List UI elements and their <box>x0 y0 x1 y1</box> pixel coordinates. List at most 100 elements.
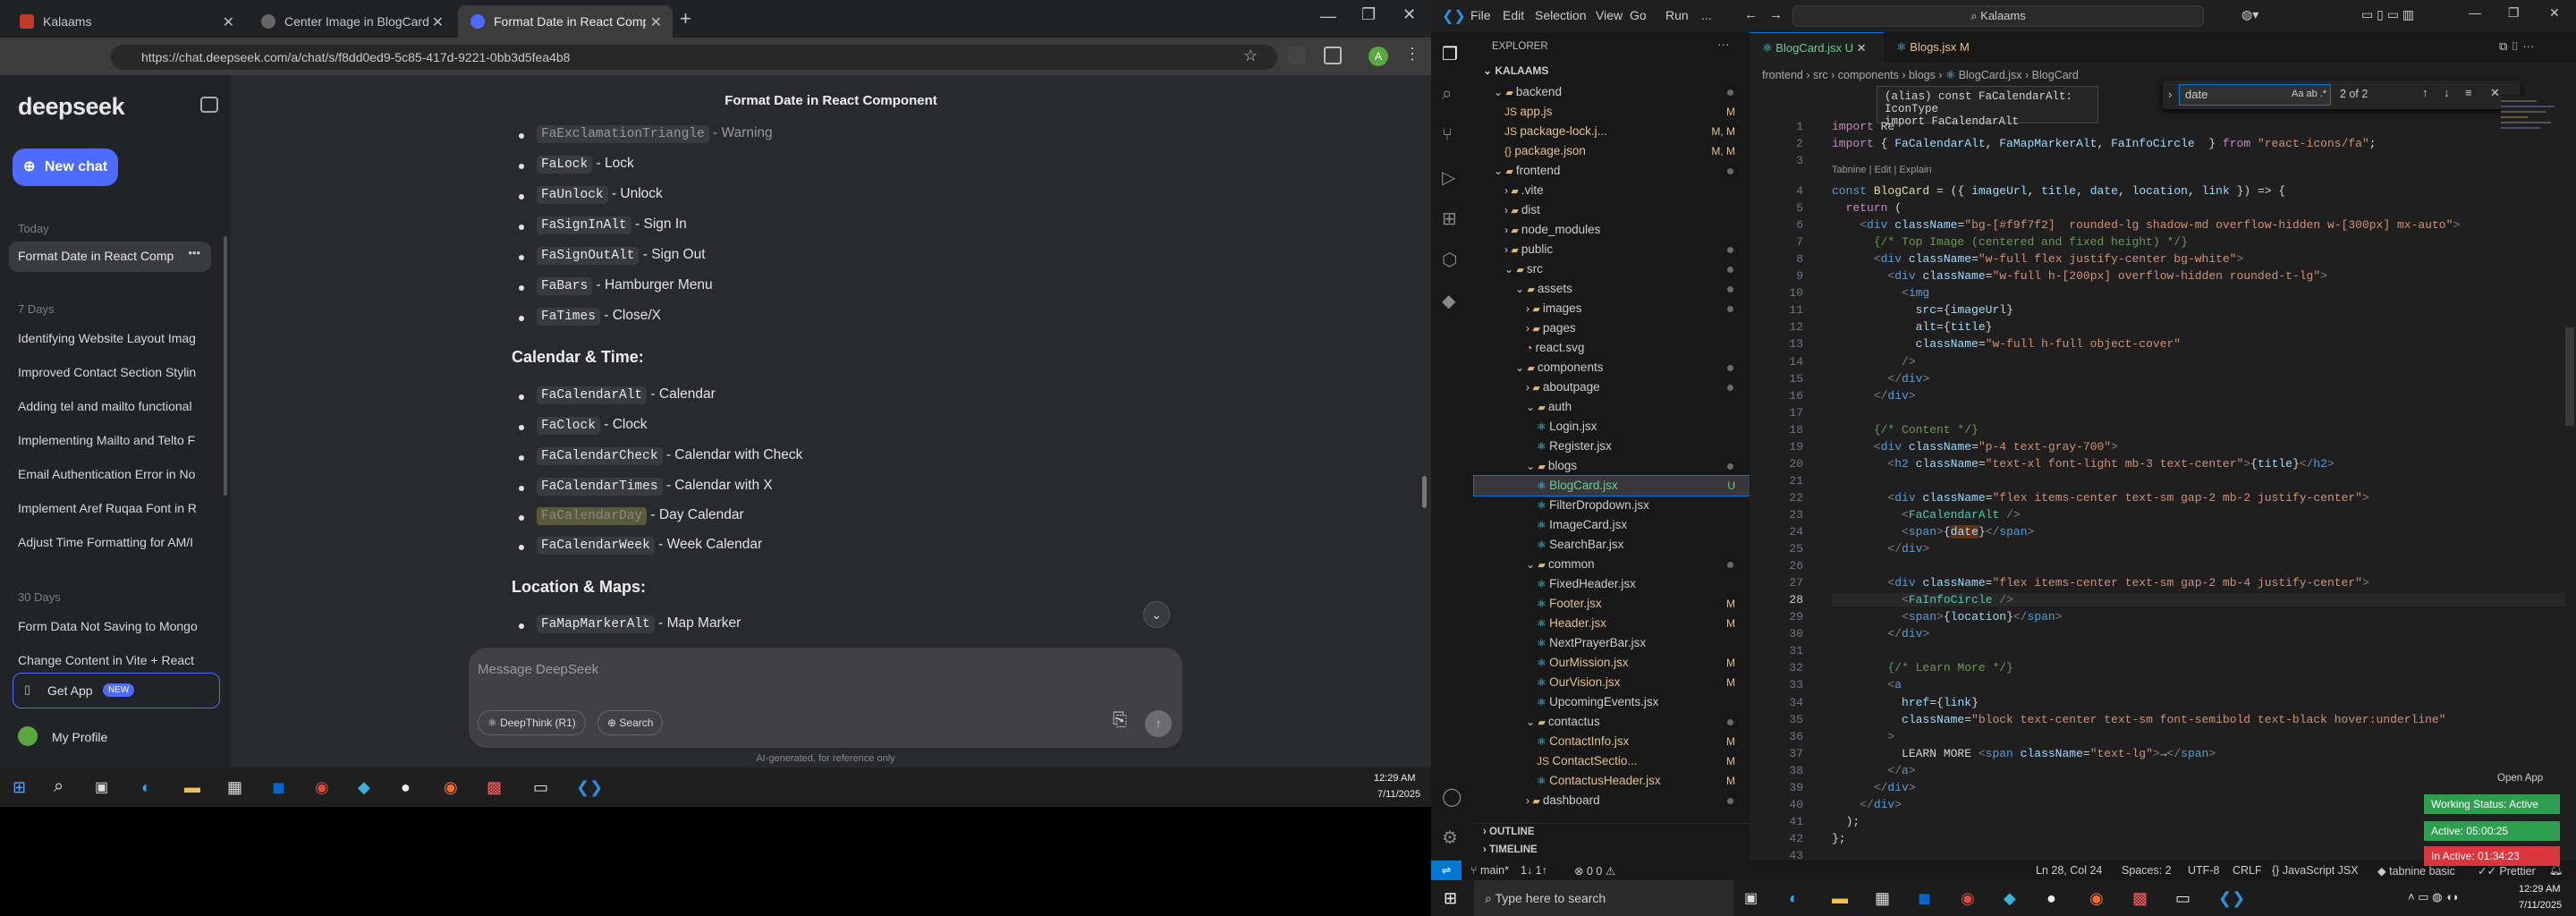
extension-icon[interactable] <box>1288 47 1306 64</box>
tree-folder[interactable]: › ▰ .vite <box>1474 181 1750 200</box>
code-line[interactable]: </div> <box>1832 781 1916 794</box>
chat-item[interactable]: Email Authentication Error in No <box>18 467 202 481</box>
tab-kalaams[interactable]: Kalaams ✕ <box>7 5 245 38</box>
tree-file[interactable]: ⚛ Footer.jsx M <box>1474 594 1750 614</box>
cursor-position[interactable]: Ln 28, Col 24 <box>2036 864 2102 877</box>
tree-folder[interactable]: › ▰ dist <box>1474 200 1750 220</box>
edge-icon[interactable]: ◐ <box>141 778 151 797</box>
menu-edit[interactable]: Edit <box>1503 8 1524 22</box>
nav-back-icon[interactable]: ← <box>1744 7 1758 22</box>
close-icon[interactable]: ✕ <box>650 13 662 31</box>
source-control-icon[interactable]: ⑂ <box>1442 125 1453 146</box>
code-line[interactable]: ); <box>1832 815 1860 828</box>
tree-file[interactable]: ⚛ OurVision.jsx M <box>1474 673 1750 692</box>
language-mode[interactable]: {} JavaScript JSX <box>2272 864 2359 877</box>
timeline-section[interactable]: › TIMELINE <box>1483 844 1538 855</box>
outlook-icon[interactable]: ◼ <box>1918 889 1931 908</box>
tree-folder[interactable]: ⌄ ▰ contactus <box>1474 712 1750 732</box>
minimap[interactable] <box>2501 95 2563 193</box>
windows-start-icon[interactable]: ⊞ <box>13 778 26 797</box>
tree-file[interactable]: JS ContactSectio... M <box>1474 751 1750 771</box>
file-explorer-icon[interactable]: ▬ <box>1832 889 1848 908</box>
chat-scrollbar[interactable] <box>1422 476 1427 508</box>
chat-item[interactable]: Adding tel and mailto functional <box>18 399 202 413</box>
sidebar-scrollbar[interactable] <box>224 236 227 496</box>
app-icon[interactable]: ● <box>2046 889 2056 908</box>
tree-folder[interactable]: ⌄ ▰ assets <box>1474 279 1750 299</box>
find-next-icon[interactable]: ↓ <box>2444 86 2450 99</box>
file-explorer-icon[interactable]: ▬ <box>184 778 200 797</box>
code-line[interactable]: </div> <box>1832 798 1902 811</box>
more-options-icon[interactable]: ••• <box>188 246 200 259</box>
get-app-button[interactable]: ▯ Get App NEW <box>13 673 220 708</box>
tree-file[interactable]: ⚛ NextPrayerBar.jsx <box>1474 633 1750 653</box>
code-line[interactable]: }; <box>1832 832 1846 845</box>
tree-folder[interactable]: › ▰ node_modules <box>1474 220 1750 240</box>
tree-file[interactable]: ⚛ OurMission.jsx M <box>1474 653 1750 673</box>
tree-folder[interactable]: › ▰ dashboard <box>1474 791 1750 810</box>
close-window-icon[interactable]: ✕ <box>2549 5 2560 21</box>
code-line[interactable]: </div> <box>1832 627 1929 640</box>
scroll-down-icon[interactable]: ⌄ <box>1143 601 1170 628</box>
tabnine-icon[interactable]: ◆ <box>1442 290 1455 312</box>
code-line[interactable]: {/* Top Image (centered and fixed height… <box>1832 235 2188 249</box>
prettier-status[interactable]: ✓✓ Prettier <box>2478 864 2536 878</box>
my-profile-link[interactable]: My Profile <box>52 730 107 744</box>
code-line[interactable]: import { FaCalendarAlt, FaMapMarkerAlt, … <box>1832 137 2377 150</box>
app-icon[interactable]: ▩ <box>487 778 502 797</box>
tree-folder[interactable]: › ▰ public <box>1474 240 1750 259</box>
taskbar-search-box[interactable]: ⌕ Type here to search <box>1474 880 1733 916</box>
code-line[interactable]: LEARN MORE <span className="text-lg">→</… <box>1832 747 2216 760</box>
copilot-icon[interactable]: ◍▾ <box>2241 7 2258 22</box>
code-line[interactable]: > <box>1832 730 1894 743</box>
editor-scrollbar[interactable] <box>2565 327 2574 426</box>
extensions-puzzle-icon[interactable] <box>1324 47 1342 64</box>
outline-section[interactable]: › OUTLINE <box>1483 827 1535 837</box>
code-line[interactable]: </div> <box>1832 389 1916 403</box>
code-line[interactable]: {/* Learn More */} <box>1832 661 2012 674</box>
code-line[interactable]: <div className="bg-[#f9f7f2] rounded-lg … <box>1832 218 2460 232</box>
menu-more[interactable]: ... <box>1701 8 1712 22</box>
tabnine-status[interactable]: ◆ tabnine basic <box>2377 864 2455 878</box>
nav-forward-icon[interactable]: → <box>1769 7 1783 22</box>
maximize-icon[interactable]: ❐ <box>2508 5 2520 21</box>
vscode-icon[interactable]: ❮❯ <box>576 778 603 797</box>
code-line[interactable]: <FaCalendarAlt /> <box>1832 508 2021 522</box>
tree-file[interactable]: ⚛ ImageCard.jsx <box>1474 515 1750 535</box>
open-app-link[interactable]: Open App <box>2497 773 2543 784</box>
command-center[interactable]: ⌕ Kalaams <box>1792 5 2204 27</box>
address-bar[interactable]: https://chat.deepseek.com/a/chat/s/f8dd0… <box>111 45 1277 70</box>
message-input[interactable]: Message DeepSeek <box>478 662 598 677</box>
code-line[interactable]: <span>{date}</span> <box>1832 525 2034 539</box>
menu-view[interactable]: View <box>1596 8 1623 22</box>
tree-folder[interactable]: ⌄ ▰ backend <box>1474 82 1750 102</box>
app-icon[interactable]: ◆ <box>2004 889 2016 908</box>
tab-format-date[interactable]: Format Date in React Compone ✕ <box>458 5 673 38</box>
code-line[interactable]: return ( <box>1832 201 1902 215</box>
split-editor-icon[interactable]: ⧉ ▯ ··· <box>2499 39 2534 54</box>
menu-run[interactable]: Run <box>1665 8 1689 22</box>
code-line[interactable]: href={link} <box>1832 696 1979 709</box>
app-icon[interactable]: ▩ <box>2132 889 2148 908</box>
maximize-icon[interactable]: ❐ <box>1361 5 1376 24</box>
find-in-selection-icon[interactable]: ≡ <box>2465 86 2472 99</box>
minimize-icon[interactable]: — <box>2469 5 2481 20</box>
store-icon[interactable]: ▦ <box>1875 889 1890 908</box>
tree-file[interactable]: ⚛ Login.jsx <box>1474 417 1750 437</box>
layout-icon[interactable]: ▭ ▯ ▭ ▥ <box>2361 7 2414 22</box>
run-debug-icon[interactable]: ▷ <box>1442 166 1455 189</box>
outlook-icon[interactable]: ◼ <box>272 778 285 797</box>
tree-folder[interactable]: ⌄ ▰ frontend <box>1474 161 1750 181</box>
close-find-icon[interactable]: ✕ <box>2490 86 2500 100</box>
windows-start-icon[interactable]: ⊞ <box>1444 889 1457 908</box>
account-icon[interactable]: ◯ <box>1442 785 1462 808</box>
code-line[interactable]: <div className="w-full flex justify-cent… <box>1832 252 2244 266</box>
send-button[interactable]: ↑ <box>1145 710 1172 737</box>
tree-folder[interactable]: › ▰ aboutpage <box>1474 377 1750 397</box>
code-line[interactable]: alt={title} <box>1832 320 1993 334</box>
code-line[interactable]: <div className="flex items-center text-s… <box>1832 491 2368 505</box>
postman-icon[interactable]: ◉ <box>444 778 458 797</box>
extensions-icon[interactable]: ⊞ <box>1442 208 1457 230</box>
explorer-icon[interactable]: ❐ <box>1442 43 1458 65</box>
close-icon[interactable]: ✕ <box>223 13 234 31</box>
